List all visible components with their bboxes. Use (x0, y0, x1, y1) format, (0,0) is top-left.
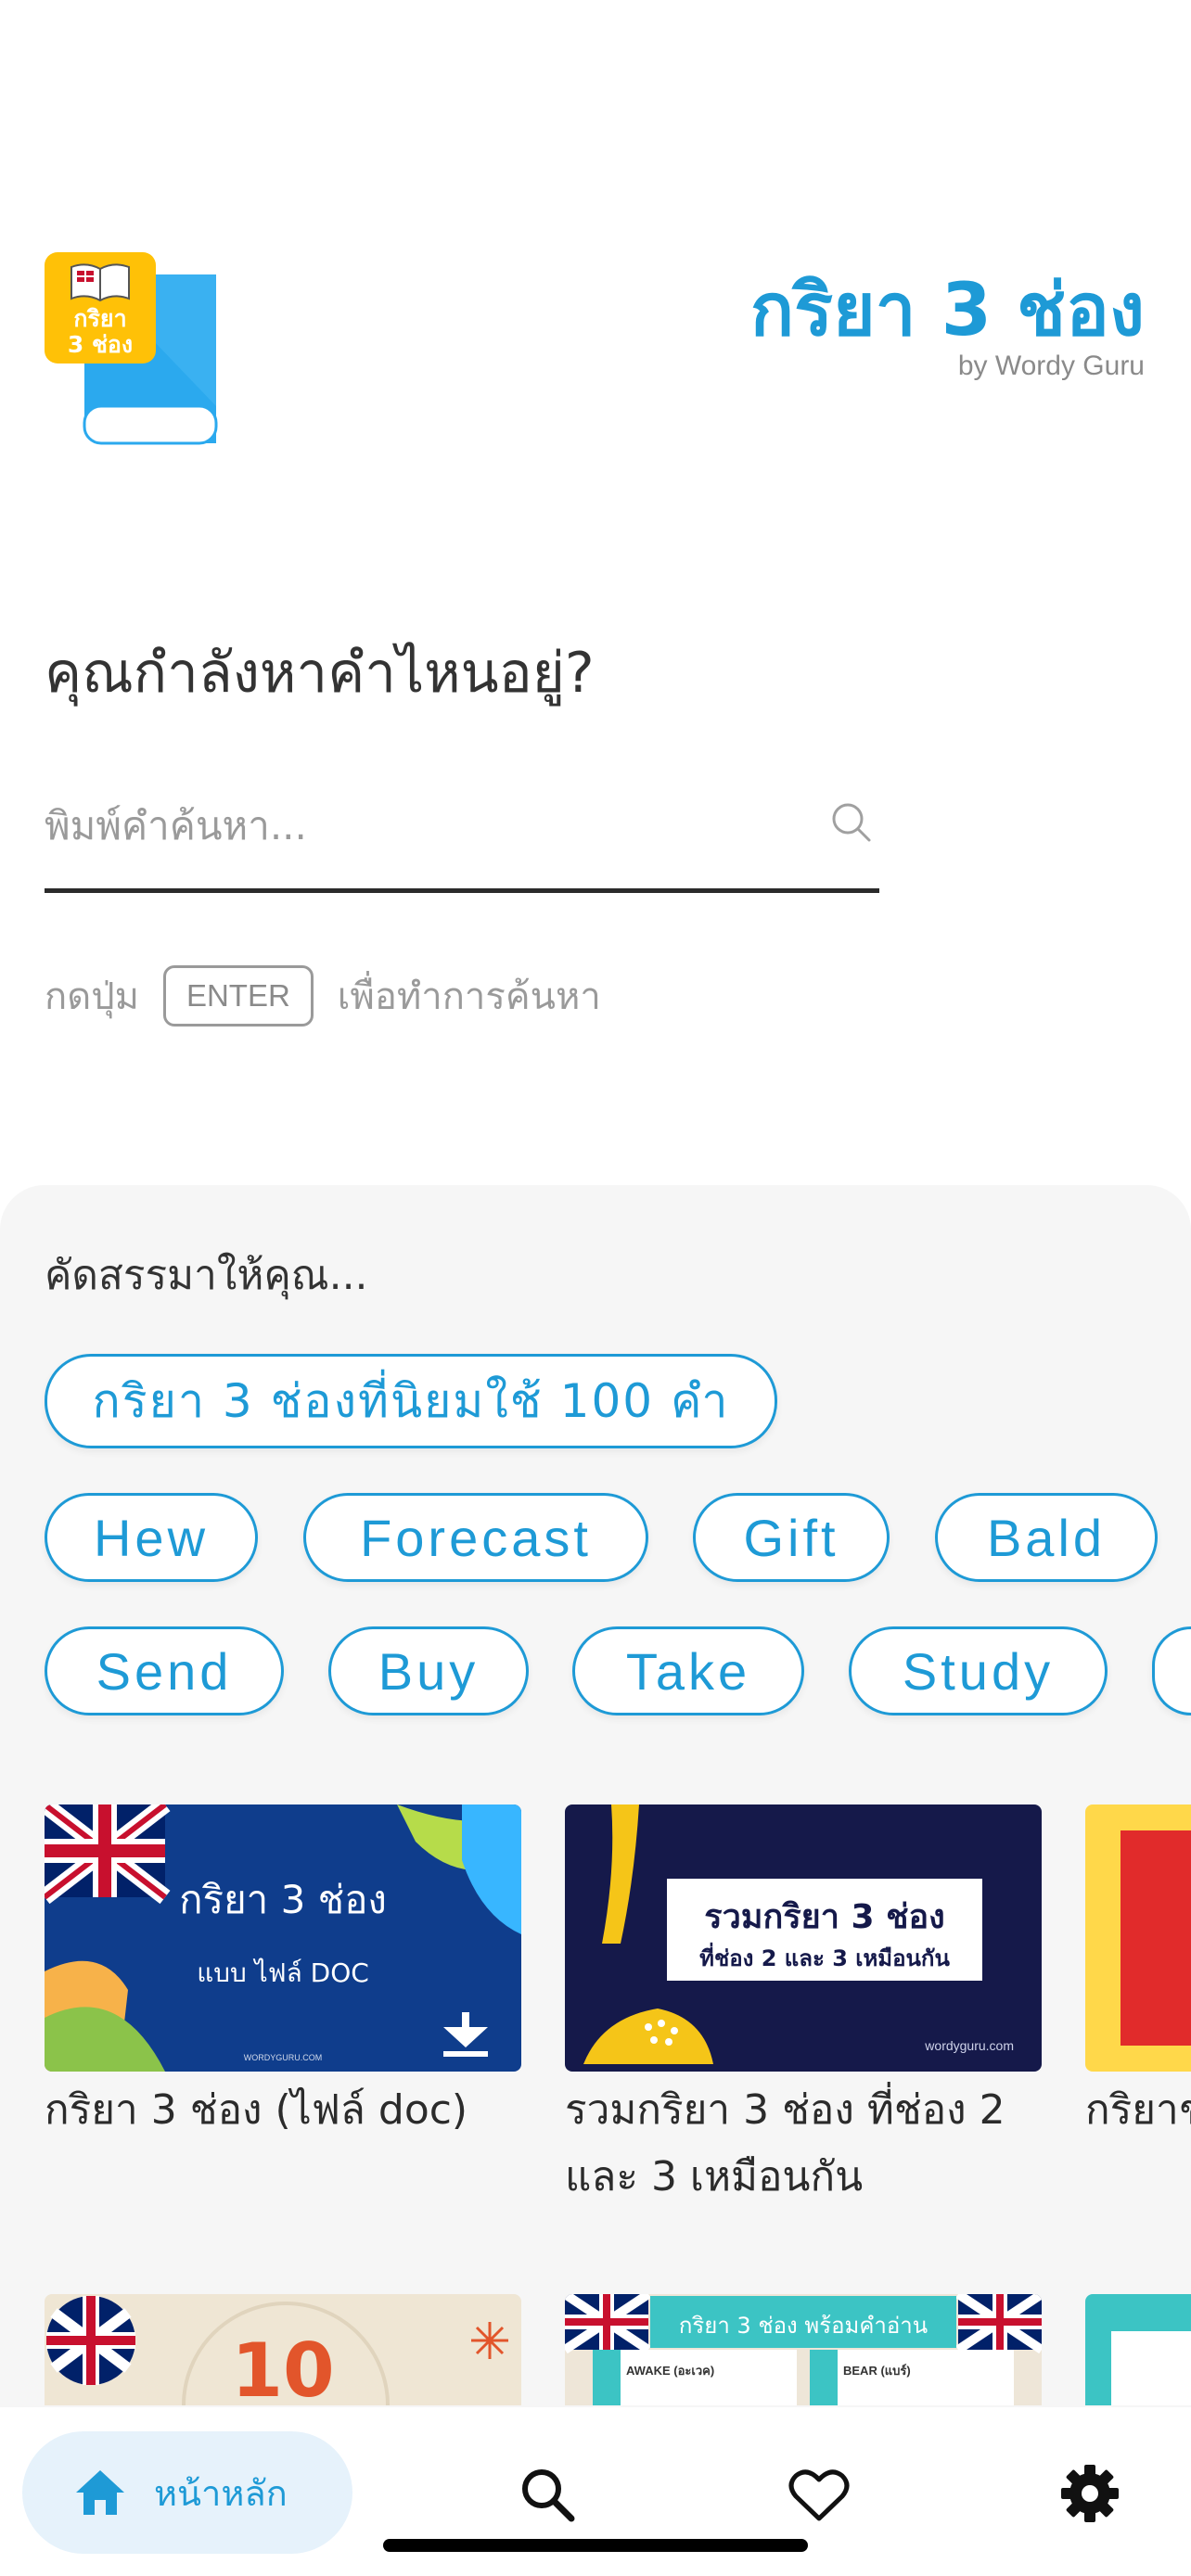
chip-forecast[interactable]: Forecast (303, 1493, 648, 1582)
card-img-subtitle: แบบ ไฟล์ DOC (197, 1958, 369, 1988)
chip-featured-100-verbs[interactable]: กริยา 3 ช่องที่นิยมใช้ 100 คำ (45, 1354, 777, 1448)
chip-buy[interactable]: Buy (328, 1626, 529, 1715)
card-art (45, 1804, 521, 2072)
home-icon (76, 2470, 124, 2515)
card-thumbnail-partial-2[interactable] (1085, 2294, 1191, 2405)
hint-prefix: กดปุ่ม (45, 976, 139, 1018)
chip-study[interactable]: Study (849, 1626, 1108, 1715)
chip-bald[interactable]: Bald (935, 1493, 1158, 1582)
hint-suffix: เพื่อทำการค้นหา (337, 976, 601, 1018)
card-img-footer: WORDYGURU.COM (243, 2053, 323, 2062)
card-title-doc[interactable]: กริยา 3 ช่อง (ไฟล์ doc) (45, 2077, 521, 2144)
card-img-title: 10 (231, 2327, 335, 2405)
gear-icon[interactable] (1059, 2463, 1121, 2524)
chip-gift[interactable]: Gift (693, 1493, 890, 1582)
card-img-footer: wordyguru.com (925, 2038, 1014, 2053)
app-subtitle: by Wordy Guru (957, 351, 1145, 381)
app-logo-badge: กริยา 3 ช่อง (45, 252, 156, 363)
search-underline (45, 888, 879, 893)
chip-hew[interactable]: Hew (45, 1493, 258, 1582)
card-img-title: กริยา 3 ช่อง พร้อมคำอ่าน (678, 2313, 928, 2339)
search-icon[interactable] (518, 2465, 577, 2524)
card-thumbnail-pronunciation[interactable]: กริยา 3 ช่อง พร้อมคำอ่าน AWAKE (อะเวค) B… (565, 2294, 1042, 2405)
enter-key-badge: ENTER (162, 965, 314, 1027)
card-img-title: รวมกริยา 3 ช่อง (704, 1898, 945, 1936)
search-hint: กดปุ่ม ENTER เพื่อทำการค้นหา (45, 963, 601, 1029)
card-img-right-head: BEAR (แบร์) (843, 2364, 911, 2378)
card-title-partial[interactable]: กริยาช ความห (1085, 2077, 1191, 2144)
card-thumbnail-same-verbs[interactable]: รวมกริยา 3 ช่อง ที่ช่อง 2 และ 3 เหมือนกั… (565, 1804, 1042, 2072)
chip-send[interactable]: Send (45, 1626, 284, 1715)
chip-take[interactable]: Take (572, 1626, 804, 1715)
home-indicator[interactable] (383, 2539, 808, 2552)
nav-home-button[interactable]: หน้าหลัก (22, 2431, 352, 2554)
card-img-title: กริยา 3 ช่อง (179, 1877, 387, 1922)
card-thumbnail-10[interactable]: 10 (45, 2294, 521, 2405)
book-icon (70, 263, 130, 302)
search-icon[interactable] (828, 799, 875, 846)
heart-icon[interactable] (788, 2467, 850, 2522)
search-question: คุณกำลังหาคำไหนอยู่? (45, 641, 595, 706)
search-input[interactable] (45, 779, 833, 872)
nav-home-label: หน้าหลัก (154, 2472, 288, 2514)
card-title-same-verbs[interactable]: รวมกริยา 3 ช่อง ที่ช่อง 2 และ 3 เหมือนกั… (565, 2077, 1042, 2211)
card-thumbnail-doc[interactable]: กริยา 3 ช่อง แบบ ไฟล์ DOC WORDYGURU.COM (45, 1804, 521, 2072)
card-thumbnail-partial[interactable] (1085, 1804, 1191, 2072)
logo-badge-line1: กริยา (73, 305, 127, 332)
card-img-subtitle: ที่ช่อง 2 และ 3 เหมือนกัน (699, 1945, 950, 1971)
card-img-left-head: AWAKE (อะเวค) (626, 2364, 715, 2378)
logo-badge-line2: 3 ช่อง (67, 331, 134, 358)
suggestion-title: คัดสรรมาให้คุณ... (45, 1252, 368, 1299)
